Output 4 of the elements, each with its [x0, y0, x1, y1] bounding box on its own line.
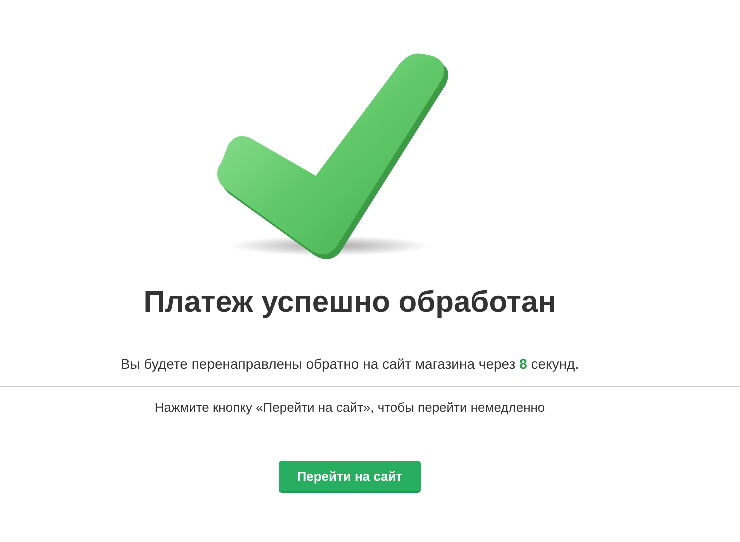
page-title: Платеж успешно обработан — [144, 286, 556, 320]
go-to-site-button[interactable]: Перейти на сайт — [279, 461, 421, 493]
redirect-message: Вы будете перенаправлены обратно на сайт магазина через 8 секунд. — [120, 356, 580, 372]
hint-text: Нажмите кнопку «Перейти на сайт», чтобы перейти немедленно — [154, 400, 546, 415]
